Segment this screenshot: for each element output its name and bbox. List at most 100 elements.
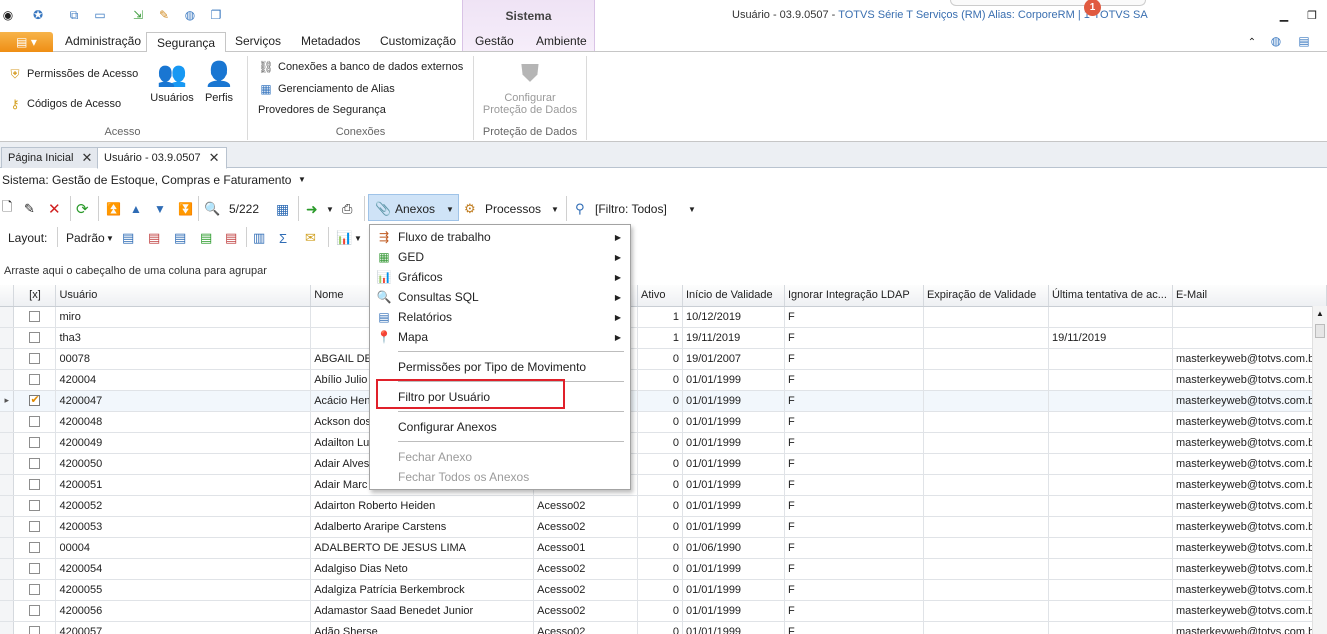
table-row[interactable]: 4200048 Ackson dos 0 01/01/1999 Fmasterkeywe… bbox=[0, 411, 1327, 433]
previous-record-icon[interactable]: ▲ bbox=[130, 198, 142, 220]
checkbox[interactable] bbox=[29, 521, 41, 533]
menu-item-consultas-sql[interactable]: 🔍 Consultas SQL ▶ bbox=[370, 287, 630, 307]
chevron-down-icon[interactable]: ▼ bbox=[446, 198, 454, 220]
vertical-scrollbar[interactable]: ▲ bbox=[1312, 306, 1327, 634]
sistema-select[interactable]: Gestão de Estoque, Compras e Faturamento bbox=[52, 173, 291, 187]
checkbox[interactable] bbox=[29, 500, 41, 512]
next-record-icon[interactable]: ▼ bbox=[154, 198, 166, 220]
tools-icon[interactable]: ✎ bbox=[156, 7, 172, 23]
table-row[interactable]: 4200049 Adailton Lu 0 01/01/1999 Fmasterkeyw… bbox=[0, 432, 1327, 454]
doc-tab-usuario[interactable]: Usuário - 03.9.0507 ✕ bbox=[97, 147, 227, 169]
maximize-icon[interactable]: ❐ bbox=[1304, 7, 1320, 23]
checkbox[interactable] bbox=[29, 479, 41, 491]
conexoes-banco-button[interactable]: ⛓ Conexões a banco de dados externos bbox=[258, 59, 463, 75]
export-icon[interactable]: ⇲ bbox=[130, 7, 146, 23]
table-row[interactable]: 4200057 Adão Sherse Acesso02 0 01/01/1999 Fma… bbox=[0, 621, 1327, 634]
app-logo-icon[interactable]: ◉ bbox=[0, 7, 16, 23]
tab-administracao[interactable]: Administração bbox=[65, 34, 141, 48]
tab-customizacao[interactable]: Customização bbox=[380, 34, 456, 48]
window-layout-icon[interactable]: ▭ bbox=[92, 7, 108, 23]
help-globe-icon[interactable]: ◍ bbox=[1268, 33, 1284, 49]
menu-item-fluxo-de-trabalho[interactable]: ⇶ Fluxo de trabalho ▶ bbox=[370, 227, 630, 247]
processos-button[interactable]: Processos bbox=[485, 198, 541, 220]
checkbox[interactable] bbox=[29, 542, 41, 554]
grid-view-icon[interactable]: ▦ bbox=[276, 198, 289, 220]
chevron-down-icon[interactable]: ▼ bbox=[106, 229, 114, 247]
provedores-seguranca-button[interactable]: Provedores de Segurança bbox=[258, 104, 386, 116]
layout-grid-icon[interactable]: ▤ bbox=[174, 229, 186, 247]
layout-delete-icon[interactable]: ▤ bbox=[148, 229, 160, 247]
column-header-usuario[interactable]: Usuário bbox=[55, 285, 312, 307]
note-icon[interactable]: ✉ bbox=[305, 229, 316, 247]
bar-chart-icon[interactable]: 📊 bbox=[336, 229, 352, 247]
refresh-icon[interactable]: ⟳ bbox=[76, 198, 89, 220]
column-header-expiracao[interactable]: Expiração de Validade bbox=[923, 285, 1049, 307]
tab-ambiente[interactable]: Ambiente bbox=[536, 34, 587, 48]
columns-icon[interactable]: ▥ bbox=[253, 229, 265, 247]
table-row[interactable]: tha3 1 19/11/2019 F 19/11/2019 bbox=[0, 327, 1327, 349]
menu-item-ged[interactable]: ▦ GED ▶ bbox=[370, 247, 630, 267]
table-row[interactable]: 4200054 Adalgiso Dias Neto Acesso02 0 01/01/… bbox=[0, 558, 1327, 580]
find-icon[interactable]: 🔍 bbox=[204, 198, 220, 220]
scroll-up-icon[interactable]: ▲ bbox=[1313, 309, 1327, 318]
copy-icon[interactable]: ❐ bbox=[208, 7, 224, 23]
menu-item-configurar-anexos[interactable]: Configurar Anexos bbox=[370, 417, 630, 437]
checkbox[interactable] bbox=[29, 393, 41, 407]
chevron-down-icon[interactable]: ▼ bbox=[298, 175, 306, 184]
tab-seguranca[interactable]: Segurança bbox=[146, 32, 227, 53]
web-icon[interactable]: ◍ bbox=[182, 7, 198, 23]
table-row[interactable]: 4200050 Adair Alves 0 01/01/1999 Fmasterkeyw… bbox=[0, 453, 1327, 475]
filtro-button[interactable]: [Filtro: Todos] bbox=[595, 198, 667, 220]
application-menu-button[interactable]: ▤ ▾ bbox=[0, 32, 53, 52]
checkbox[interactable] bbox=[29, 353, 41, 365]
tab-servicos[interactable]: Serviços bbox=[235, 34, 281, 48]
layout-export-icon[interactable]: ▤ bbox=[225, 229, 237, 247]
table-row[interactable]: 00004 ADALBERTO DE JESUS LIMA Acesso01 0 01/… bbox=[0, 537, 1327, 559]
checkbox[interactable] bbox=[29, 374, 41, 386]
checkbox[interactable] bbox=[29, 563, 41, 575]
menu-item-permissoes-por-tipo-de-movimento[interactable]: Permissões por Tipo de Movimento bbox=[370, 357, 630, 377]
sum-icon[interactable]: Σ bbox=[279, 229, 287, 247]
checkbox[interactable] bbox=[29, 416, 41, 428]
table-row[interactable]: 4200056 Adamastor Saad Benedet Junior Aces… bbox=[0, 600, 1327, 622]
layout-select[interactable]: Padrão bbox=[66, 229, 105, 247]
table-row[interactable]: 4200055 Adalgiza Patrícia Berkembrock Aces… bbox=[0, 579, 1327, 601]
column-header-ldap[interactable]: Ignorar Integração LDAP bbox=[784, 285, 924, 307]
first-record-icon[interactable]: ⏫ bbox=[106, 198, 121, 220]
perfis-button[interactable]: 👤 Perfis bbox=[200, 58, 238, 105]
codigos-acesso-button[interactable]: ⚷ Códigos de Acesso bbox=[7, 96, 122, 112]
layout-import-icon[interactable]: ▤ bbox=[200, 229, 212, 247]
table-row[interactable]: 4200052 Adairton Roberto Heiden Acesso02 0 0… bbox=[0, 495, 1327, 517]
execute-icon[interactable]: ➜ bbox=[306, 198, 318, 220]
menu-item-mapa[interactable]: 📍 Mapa ▶ bbox=[370, 327, 630, 347]
delete-icon[interactable]: ✕ bbox=[48, 198, 61, 220]
table-row[interactable]: 4200051 Adair Marc 0 01/01/1999 Fmasterkeywe… bbox=[0, 474, 1327, 496]
group-by-panel[interactable]: Arraste aqui o cabeçalho de uma coluna p… bbox=[0, 259, 1327, 285]
configurar-protecao-button[interactable]: ⛊ Configurar Proteção de Dados bbox=[480, 58, 580, 116]
chevron-down-icon[interactable]: ▼ bbox=[551, 198, 559, 220]
checkbox[interactable] bbox=[29, 458, 41, 470]
checkbox[interactable] bbox=[29, 311, 41, 323]
menu-item-fechar-todos-os-anexos[interactable]: Fechar Todos os Anexos bbox=[370, 467, 630, 487]
tab-gestao[interactable]: Gestão bbox=[475, 34, 514, 48]
checkbox[interactable] bbox=[29, 626, 41, 634]
minimize-icon[interactable]: ▁ bbox=[1276, 7, 1292, 23]
globe-settings-icon[interactable]: ✪ bbox=[30, 7, 46, 23]
close-icon[interactable]: ✕ bbox=[209, 150, 220, 166]
checkbox[interactable] bbox=[29, 437, 41, 449]
new-record-icon[interactable]: 🗋 bbox=[2, 198, 12, 220]
doc-tab-pagina-inicial[interactable]: Página Inicial ✕ bbox=[1, 147, 100, 168]
menu-item-graficos[interactable]: 📊 Gráficos ▶ bbox=[370, 267, 630, 287]
chevron-down-icon[interactable]: ▼ bbox=[354, 229, 362, 247]
table-row[interactable]: ▸4200047Acácio Hen001/01/1999Fmasterkeyw… bbox=[0, 390, 1327, 412]
table-row[interactable]: 00078 ABGAIL DE 0 19/01/2007 Fmasterkeyweb@t… bbox=[0, 348, 1327, 370]
checkbox[interactable] bbox=[29, 584, 41, 596]
column-header-ativo[interactable]: Ativo bbox=[637, 285, 683, 307]
layout-save-icon[interactable]: ▤ bbox=[122, 229, 134, 247]
chevron-down-icon[interactable]: ▼ bbox=[326, 198, 334, 220]
table-row[interactable]: 4200053 Adalberto Araripe Carstens Acesso0… bbox=[0, 516, 1327, 538]
new-window-icon[interactable]: ⧉ bbox=[66, 7, 82, 23]
column-header-check[interactable]: [x] bbox=[13, 285, 57, 307]
permissoes-acesso-button[interactable]: ⛨ Permissões de Acesso bbox=[7, 66, 138, 82]
edit-record-icon[interactable]: ✎ bbox=[24, 198, 35, 220]
